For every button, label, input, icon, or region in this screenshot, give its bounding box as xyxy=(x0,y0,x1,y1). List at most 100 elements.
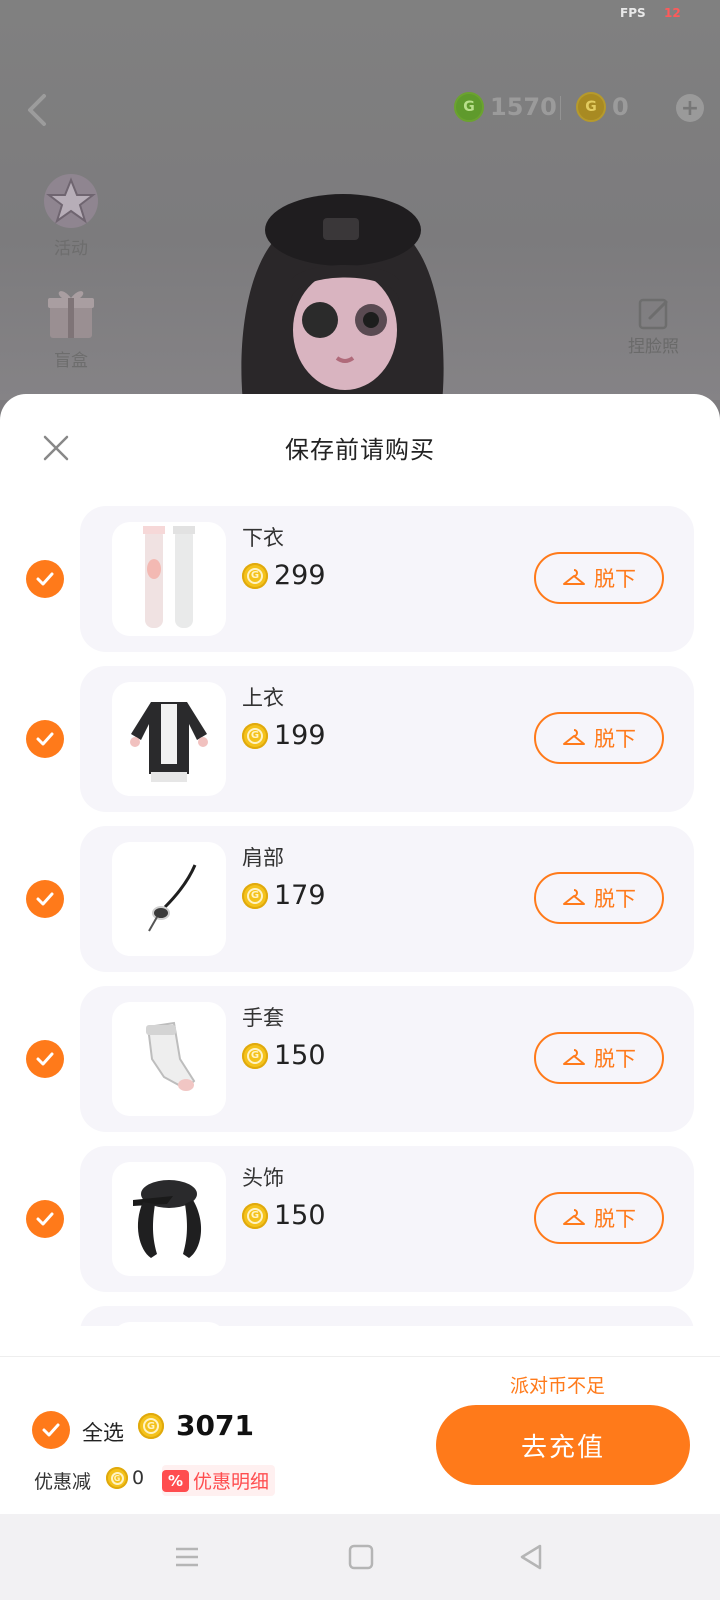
item-thumbnail xyxy=(112,1322,226,1326)
fps-label: FPS xyxy=(620,6,646,20)
item-price-value: 299 xyxy=(274,560,326,591)
promo-details-label: 优惠明细 xyxy=(193,1471,270,1493)
hanger-icon xyxy=(563,1049,585,1065)
coin-icon: G xyxy=(242,1042,268,1069)
checkmark-icon xyxy=(42,1423,60,1437)
item-price-value: 179 xyxy=(274,880,326,911)
insufficient-balance-warning: 派对币不足 xyxy=(510,1375,606,1397)
green-currency-amount: 1570 xyxy=(490,93,557,121)
back-icon[interactable] xyxy=(516,1542,546,1572)
gold-currency: G 0 xyxy=(576,92,629,122)
take-off-button[interactable]: 脱下 xyxy=(534,552,664,604)
take-off-button[interactable]: 脱下 xyxy=(534,1032,664,1084)
shoulder-strap-image xyxy=(148,864,197,932)
item-name: 上衣 xyxy=(242,686,284,710)
activity-button[interactable]: 活动 xyxy=(38,170,104,259)
discount-label: 优惠减 xyxy=(34,1471,92,1493)
add-currency-button[interactable]: + xyxy=(676,94,704,122)
select-all-checkbox[interactable] xyxy=(32,1411,70,1449)
list-item: 下衣 G 299 脱下 xyxy=(0,506,720,652)
stockings-image xyxy=(143,526,195,628)
item-name: 下衣 xyxy=(242,526,284,550)
green-coin-icon: G xyxy=(454,92,484,122)
gold-coin-icon: G xyxy=(576,92,606,122)
coin-icon: G xyxy=(242,1202,268,1229)
back-arrow-icon[interactable] xyxy=(24,90,52,130)
checkmark-icon xyxy=(36,572,54,586)
coin-icon: G xyxy=(242,562,268,589)
fps-value: 12 xyxy=(664,6,681,20)
glove-image xyxy=(146,1021,196,1091)
item-price: G 179 xyxy=(242,880,326,911)
list-item: 肩部 G 179 脱下 xyxy=(0,826,720,972)
item-name: 手套 xyxy=(242,1006,284,1030)
menu-icon[interactable] xyxy=(172,1542,202,1572)
coin-icon: G xyxy=(138,1413,164,1439)
currency-divider xyxy=(560,96,561,120)
item-price-value: 150 xyxy=(274,1200,326,1231)
edit-icon xyxy=(638,298,667,330)
percent-icon: % xyxy=(162,1469,190,1492)
item-thumbnail xyxy=(112,522,226,636)
item-checkbox[interactable] xyxy=(26,1040,64,1078)
item-checkbox[interactable] xyxy=(26,720,64,758)
blind-box-button[interactable]: 盲盒 xyxy=(38,282,104,371)
item-thumbnail xyxy=(112,1002,226,1116)
item-price: G 199 xyxy=(242,720,326,751)
green-currency: G 1570 xyxy=(454,92,557,122)
list-item: 上衣 G 199 脱下 xyxy=(0,666,720,812)
item-price-value: 150 xyxy=(274,1040,326,1071)
avatar-character-image xyxy=(241,194,444,400)
gift-box-icon xyxy=(48,291,94,338)
checkmark-icon xyxy=(36,1212,54,1226)
item-card[interactable]: 背饰 xyxy=(80,1306,694,1326)
gold-currency-amount: 0 xyxy=(612,93,629,121)
item-card[interactable]: 下衣 G 299 脱下 xyxy=(80,506,694,652)
take-off-button[interactable]: 脱下 xyxy=(534,872,664,924)
face-photo-button[interactable]: 捏脸照 xyxy=(628,296,679,357)
sheet-title: 保存前请购买 xyxy=(285,436,435,464)
item-thumbnail xyxy=(112,842,226,956)
total-price: 3071 xyxy=(176,1409,254,1442)
purchase-sheet: 保存前请购买 下衣 G 299 脱下 上衣 G 199 脱下 肩部 G 179 … xyxy=(0,394,720,1515)
coin-icon: G xyxy=(242,722,268,749)
recharge-button[interactable]: 去充值 xyxy=(436,1405,690,1485)
take-off-button[interactable]: 脱下 xyxy=(534,1192,664,1244)
checkmark-icon xyxy=(36,1052,54,1066)
home-icon[interactable] xyxy=(346,1542,376,1572)
take-off-label: 脱下 xyxy=(594,568,636,591)
coin-icon: G xyxy=(242,882,268,909)
activity-label: 活动 xyxy=(54,239,88,259)
take-off-label: 脱下 xyxy=(594,1208,636,1231)
system-navigation-bar xyxy=(0,1514,720,1600)
list-item: 头饰 G 150 脱下 xyxy=(0,1146,720,1292)
item-name: 肩部 xyxy=(242,846,284,870)
list-item: 背饰 xyxy=(0,1306,720,1326)
checkmark-icon xyxy=(36,892,54,906)
list-item: 手套 G 150 脱下 xyxy=(0,986,720,1132)
take-off-button[interactable]: 脱下 xyxy=(534,712,664,764)
item-checkbox[interactable] xyxy=(26,880,64,918)
coin-icon: G xyxy=(106,1467,128,1489)
select-all-label[interactable]: 全选 xyxy=(82,1417,124,1447)
jacket-image xyxy=(130,702,208,782)
item-name: 背饰 xyxy=(242,1322,284,1326)
cap-with-hair-image xyxy=(133,1180,202,1258)
item-list[interactable]: 下衣 G 299 脱下 上衣 G 199 脱下 肩部 G 179 脱下 手套 G… xyxy=(0,506,720,1326)
checkout-bar: 全选 G 3071 优惠减 G 0 % 优惠明细 派对币不足 去充值 xyxy=(0,1356,720,1515)
item-card[interactable]: 上衣 G 199 脱下 xyxy=(80,666,694,812)
item-card[interactable]: 手套 G 150 脱下 xyxy=(80,986,694,1132)
star-badge-icon xyxy=(44,174,98,228)
take-off-label: 脱下 xyxy=(594,728,636,751)
item-checkbox[interactable] xyxy=(26,560,64,598)
item-card[interactable]: 头饰 G 150 脱下 xyxy=(80,1146,694,1292)
item-price: G 150 xyxy=(242,1040,326,1071)
take-off-label: 脱下 xyxy=(594,888,636,911)
item-thumbnail xyxy=(112,682,226,796)
item-checkbox[interactable] xyxy=(26,1200,64,1238)
hanger-icon xyxy=(563,569,585,585)
promo-details-link[interactable]: % 优惠明细 xyxy=(162,1465,276,1496)
item-card[interactable]: 肩部 G 179 脱下 xyxy=(80,826,694,972)
discount-value: 0 xyxy=(132,1467,145,1489)
item-price-value: 199 xyxy=(274,720,326,751)
